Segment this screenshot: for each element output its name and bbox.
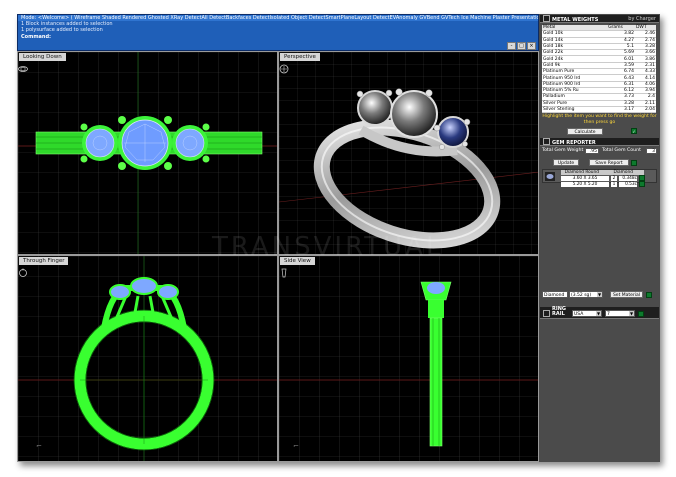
svg-text:⌐: ⌐ <box>36 442 42 450</box>
gem-thumbnail-icon <box>545 172 555 181</box>
app-window: Mode: <Welcome> ( Wireframe Shaded Rende… <box>17 14 660 462</box>
ring-rail-label: RING RAIL <box>552 306 566 317</box>
perspective-scene <box>279 52 538 254</box>
svg-text:⌐: ⌐ <box>293 442 299 450</box>
window-controls: - □ × <box>507 42 536 50</box>
column-header: Diamond Round <box>564 170 599 175</box>
viewport-perspective[interactable]: Perspective <box>278 51 539 255</box>
gem-table-header: Diamond Round Diamond <box>561 170 644 175</box>
save-report-button[interactable]: Save Report <box>589 159 629 166</box>
save-report-check[interactable] <box>631 160 637 166</box>
total-gem-count-value: 3 <box>646 148 657 154</box>
side-view-scene: ⌐ <box>279 256 538 461</box>
close-button[interactable]: × <box>527 42 536 50</box>
maximize-button[interactable]: □ <box>517 42 526 50</box>
calculate-button[interactable]: Calculate <box>567 128 603 135</box>
grams-cell: 3.17 <box>607 106 635 114</box>
total-gem-count-label: Total Gem Count <box>602 148 641 153</box>
viewport-looking-down[interactable]: Looking Down <box>17 51 278 255</box>
go-button[interactable]: ✓ <box>631 128 637 134</box>
gem-count: 2 <box>611 176 617 181</box>
gem-reporter-title: GEM REPORTER <box>552 140 596 146</box>
total-gem-weight-value: .95 <box>585 148 599 154</box>
command-prompt[interactable]: Command: <box>18 34 538 40</box>
gem-size: 3.60 X 3.65 <box>561 176 609 181</box>
viewport-through-finger[interactable]: Through Finger ⌐ <box>17 255 278 462</box>
section-tool-icon[interactable] <box>279 268 289 278</box>
ring-size-select[interactable]: 7 ▼ <box>605 310 635 317</box>
set-material-button[interactable]: Set Material <box>610 291 643 298</box>
metal-weights-table[interactable]: Metal Grams DWT Gold 10k 3.82 2.46 Gold 14k… <box>542 25 656 114</box>
material-sg-select[interactable]: (3.52 sg) ▼ <box>569 291 603 298</box>
metal-name-cell: Silver Sterling <box>542 106 608 114</box>
dwt-cell: 2.04 <box>634 106 656 114</box>
gem-size: 5.20 X 5.20 <box>561 182 609 187</box>
table-row[interactable]: Silver Sterling 3.17 2.04 <box>542 106 656 114</box>
viewport-title[interactable]: Through Finger <box>19 257 69 265</box>
viewport-title[interactable]: Looking Down <box>19 53 66 61</box>
looking-down-scene <box>18 52 277 254</box>
minimize-button[interactable]: - <box>507 42 516 50</box>
viewport-title[interactable]: Side View <box>280 257 315 265</box>
through-finger-scene: ⌐ <box>18 256 277 461</box>
material-select[interactable]: Diamond <box>542 291 568 298</box>
column-header: Diamond <box>613 170 633 175</box>
panel-toggle-icon[interactable] <box>543 310 550 317</box>
gem-row-check[interactable] <box>639 181 645 187</box>
viewport-side-view[interactable]: Side View ⌐ <box>278 255 539 462</box>
plugin-panel: METAL WEIGHTS by Charger Metal Grams DWT … <box>539 14 660 462</box>
total-gem-weight-label: Total Gem Weight <box>542 148 584 153</box>
panel-toggle-icon[interactable] <box>543 138 550 145</box>
chevron-down-icon: ▼ <box>596 311 601 316</box>
orbit-icon[interactable] <box>279 64 289 74</box>
gem-reporter-header[interactable]: GEM REPORTER <box>540 138 659 146</box>
set-material-check[interactable] <box>646 292 652 298</box>
metal-weights-header[interactable]: METAL WEIGHTS by Charger <box>540 15 659 23</box>
rotate-view-icon[interactable] <box>18 268 28 278</box>
chevron-down-icon: ▼ <box>597 292 602 297</box>
viewport-title[interactable]: Perspective <box>280 53 320 61</box>
gem-weight: 0.53c <box>619 182 637 187</box>
metal-weights-title: METAL WEIGHTS <box>552 17 599 23</box>
gem-count: 1 <box>611 182 617 187</box>
ring-size-region-select[interactable]: USA ▼ <box>572 310 602 317</box>
ring-rail-check[interactable] <box>638 311 644 317</box>
view-cube-icon[interactable] <box>18 64 28 74</box>
gem-weight: 0.348c <box>619 176 637 181</box>
update-button[interactable]: Update <box>553 159 579 166</box>
metal-weights-hint: Highlight the item you want to find the … <box>542 114 657 125</box>
command-history-window[interactable]: Mode: <Welcome> ( Wireframe Shaded Rende… <box>17 14 539 51</box>
metal-weights-subtitle: by Charger <box>628 16 656 22</box>
panel-toggle-icon[interactable] <box>543 15 550 22</box>
chevron-down-icon: ▼ <box>629 311 634 316</box>
